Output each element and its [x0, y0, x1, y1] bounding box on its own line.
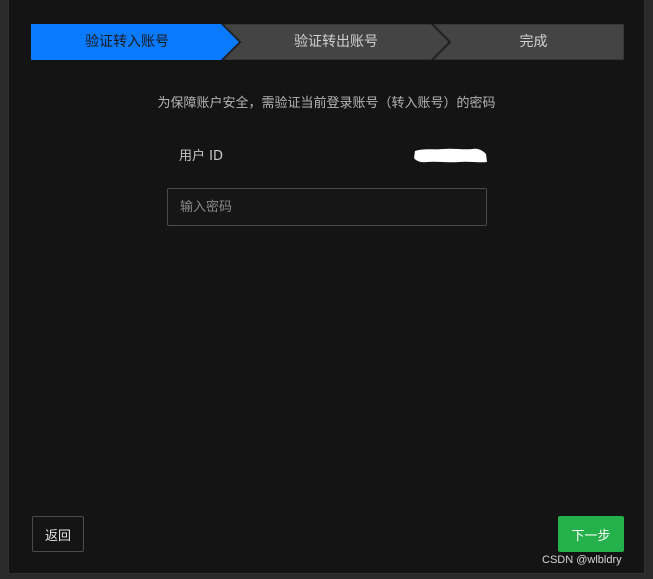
step-indicator: 验证转入账号 验证转出账号 完成 [31, 24, 624, 60]
verification-notice: 为保障账户安全，需验证当前登录账号（转入账号）的密码 [157, 96, 496, 111]
back-button[interactable]: 返回 [32, 516, 84, 552]
transfer-dialog: 验证转入账号 验证转出账号 完成 为保障账户安全，需验证当前登录账号（转入账号）… [8, 0, 645, 574]
watermark: CSDN @wlbldry [542, 554, 622, 566]
next-step-button[interactable]: 下一步 [558, 516, 624, 552]
step-1-label: 验证转入账号 [85, 34, 169, 50]
user-id-label: 用户 ID [179, 149, 223, 164]
step-2-label: 验证转出账号 [294, 34, 378, 50]
step-3-label: 完成 [519, 34, 548, 50]
user-id-redacted [414, 148, 487, 163]
password-input[interactable] [167, 188, 487, 226]
